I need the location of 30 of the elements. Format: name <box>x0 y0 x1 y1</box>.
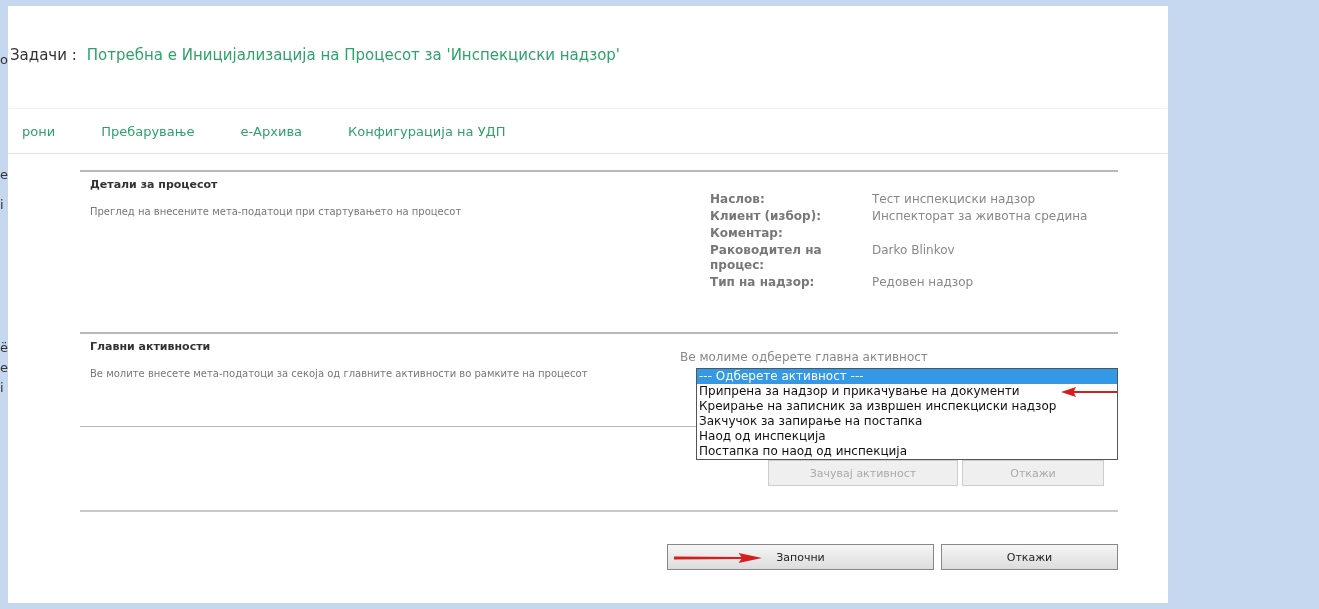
text-fragment: i <box>0 196 4 214</box>
cancel-button[interactable]: Откажи <box>941 544 1118 570</box>
activity-dropdown-menu[interactable] <box>696 368 1118 460</box>
field-label: Тип на надзор: <box>710 275 816 290</box>
text-fragment: е <box>0 166 8 184</box>
text-fragment: е <box>0 359 8 377</box>
text-fragment: i <box>0 379 4 397</box>
field-label: Коментар: <box>710 226 784 241</box>
section-description: Ве молите внесете мета-податоци за секоја од главните активности во рамките на процесот <box>90 367 589 381</box>
prompt-text: Ве молиме одберете главна активност <box>680 350 929 364</box>
list-option[interactable]: Припрена за надзор и прикачување на документи <box>697 384 1117 399</box>
section-title: Главни активности <box>90 340 212 353</box>
field-value: Тест инспекциски надзор <box>872 192 1037 207</box>
field-value: Darko Blinkov <box>872 243 956 259</box>
field-label: Клиент (избор): <box>710 209 822 224</box>
section-description: Преглед на внесените мета-податоци при стартувањето на процесот <box>90 205 463 219</box>
list-option[interactable]: Креирање на записник за извршен инспекциски надзор <box>697 399 1117 414</box>
page-title: Потребна е Иницијализација на Процесот за 'Инспекциски надзор' <box>86 46 620 64</box>
text-fragment: о <box>0 51 8 69</box>
field-value: Редовен надзор <box>872 275 975 290</box>
field-label: Раководител на процес: <box>710 243 823 273</box>
start-button[interactable]: Започни <box>667 544 934 570</box>
text-fragment: ë <box>0 339 8 357</box>
field-label: Наслов: <box>710 192 766 207</box>
list-option[interactable]: Наод од инспекција <box>697 429 1117 444</box>
section-title: Детали за процесот <box>90 178 219 191</box>
list-option[interactable]: Постапка по наод од инспекција <box>697 444 1117 459</box>
header-label: Задачи : <box>10 46 77 64</box>
list-option[interactable]: Закчучок за запирање на постапка <box>697 414 1117 429</box>
field-value: Инспекторат за животна средина <box>872 209 1089 224</box>
